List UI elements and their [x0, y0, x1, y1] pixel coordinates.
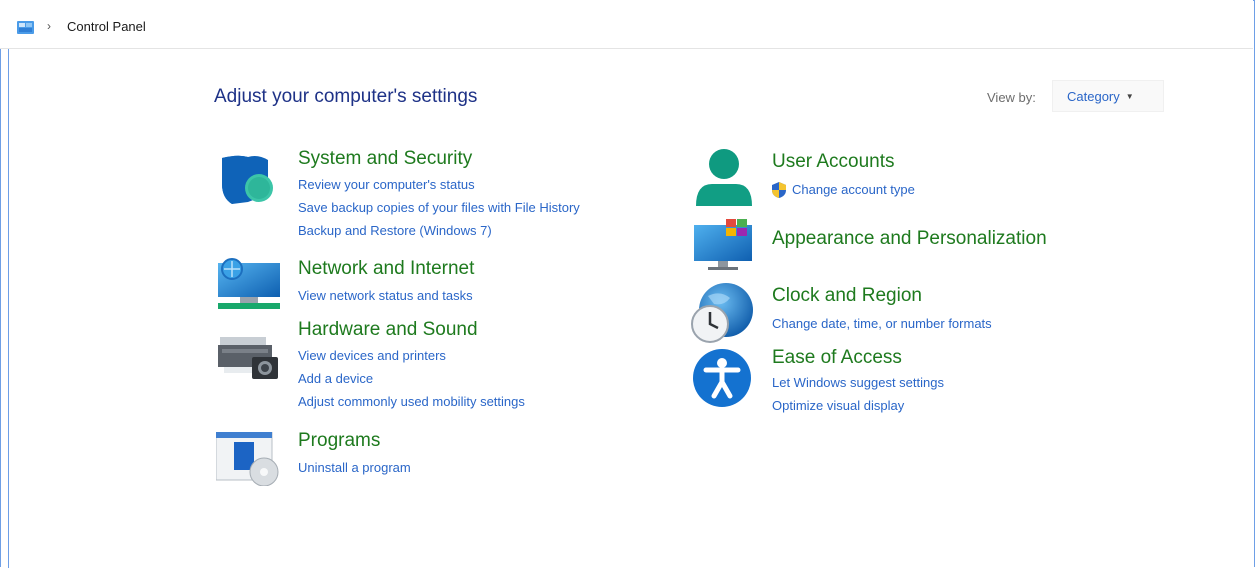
link-devices-printers[interactable]: View devices and printers [298, 348, 446, 363]
category-clock-region[interactable]: Clock and Region [772, 285, 922, 307]
clock-globe-icon[interactable] [690, 282, 754, 344]
link-backup-restore[interactable]: Backup and Restore (Windows 7) [298, 223, 492, 238]
address-bar[interactable]: › Control Panel [0, 0, 1253, 49]
link-add-device[interactable]: Add a device [298, 371, 373, 386]
link-network-status[interactable]: View network status and tasks [298, 288, 473, 303]
left-border [8, 49, 9, 568]
category-user-accounts[interactable]: User Accounts [772, 151, 895, 173]
programs-icon[interactable] [216, 432, 282, 486]
uac-shield-icon [772, 182, 786, 198]
printer-icon[interactable] [218, 333, 280, 381]
shield-icon[interactable] [218, 154, 276, 204]
category-programs[interactable]: Programs [298, 430, 380, 452]
view-by-value: Category [1067, 88, 1120, 104]
chevron-down-icon: ▼ [1125, 91, 1134, 101]
network-icon[interactable] [218, 257, 280, 309]
user-icon[interactable] [694, 148, 754, 208]
link-change-account-type[interactable]: Change account type [792, 182, 915, 197]
accessibility-icon[interactable] [692, 348, 752, 408]
link-review-status[interactable]: Review your computer's status [298, 177, 475, 192]
monitor-icon[interactable] [694, 219, 754, 271]
category-network[interactable]: Network and Internet [298, 258, 474, 280]
breadcrumb-control-panel[interactable]: Control Panel [67, 19, 146, 34]
link-windows-suggest[interactable]: Let Windows suggest settings [772, 375, 944, 390]
category-system-security[interactable]: System and Security [298, 148, 472, 170]
link-change-date-time[interactable]: Change date, time, or number formats [772, 316, 992, 331]
category-hardware[interactable]: Hardware and Sound [298, 319, 478, 341]
page-title: Adjust your computer's settings [214, 86, 478, 107]
link-file-history[interactable]: Save backup copies of your files with Fi… [298, 200, 580, 215]
category-appearance[interactable]: Appearance and Personalization [772, 228, 1047, 250]
breadcrumb-separator: › [47, 19, 51, 33]
link-uninstall-program[interactable]: Uninstall a program [298, 460, 411, 475]
view-by-dropdown[interactable]: Category ▼ [1052, 80, 1164, 112]
link-optimize-display[interactable]: Optimize visual display [772, 398, 904, 413]
control-panel-icon [17, 21, 34, 34]
link-mobility-settings[interactable]: Adjust commonly used mobility settings [298, 394, 525, 409]
category-ease-of-access[interactable]: Ease of Access [772, 347, 902, 369]
view-by-label: View by: [987, 90, 1036, 105]
